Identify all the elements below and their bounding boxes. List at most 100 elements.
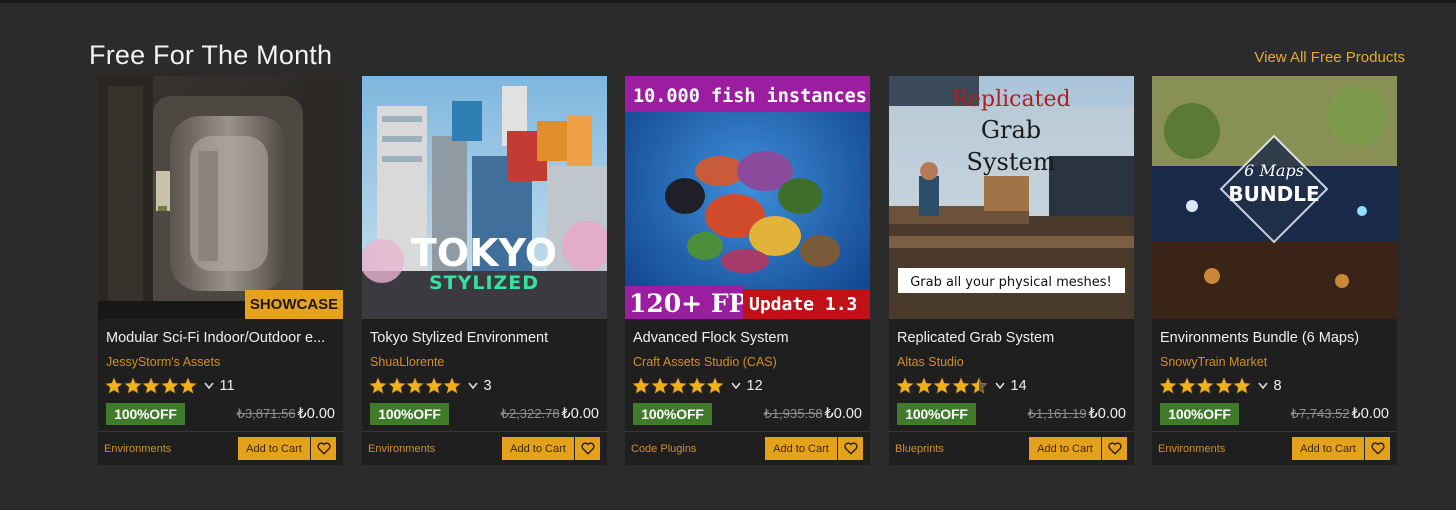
star-icon (632, 377, 650, 394)
category-link[interactable]: Environments (368, 443, 435, 455)
product-thumbnail[interactable]: 10.000 fish instances 120+ FPS Update 1.… (625, 76, 870, 319)
star-icon (669, 377, 687, 394)
rating-count: 11 (219, 378, 235, 394)
heart-icon (1107, 442, 1122, 455)
category-link[interactable]: Code Plugins (631, 443, 696, 455)
sale-price: ₺0.00 (561, 406, 599, 422)
discount-badge: 100%OFF (633, 403, 712, 425)
top-border (0, 0, 1456, 3)
rating[interactable]: 14 (896, 376, 1027, 396)
star-icon (914, 377, 933, 394)
add-to-cart-button[interactable]: Add to Cart (1292, 437, 1364, 460)
stars (1159, 377, 1252, 395)
discount-badge: 100%OFF (106, 403, 185, 425)
divider (362, 431, 607, 432)
star-icon (933, 377, 951, 394)
seller-link[interactable]: ShuaLlorente (370, 355, 600, 369)
star-icon (706, 377, 724, 394)
star-icon (105, 377, 123, 394)
product-card[interactable]: SHOWCASE Modular Sci-Fi Indoor/Outdoor e… (98, 76, 343, 465)
thumb-update-text: Update 1.3 (749, 294, 857, 315)
star-icon (1233, 377, 1251, 394)
rating[interactable]: 11 (105, 376, 235, 396)
section-title: Free For The Month (89, 40, 333, 70)
divider (1152, 431, 1397, 432)
sale-price: ₺0.00 (297, 406, 335, 422)
thumb-title: TOKYO (411, 231, 557, 275)
chevron-down-icon (1257, 382, 1268, 390)
rating[interactable]: 12 (632, 376, 763, 396)
star-icon (179, 377, 197, 394)
add-to-cart-button[interactable]: Add to Cart (1029, 437, 1101, 460)
product-thumbnail[interactable]: SHOWCASE (98, 76, 343, 319)
chevron-down-icon (203, 382, 214, 390)
add-to-cart-button[interactable]: Add to Cart (765, 437, 837, 460)
category-link[interactable]: Environments (104, 443, 171, 455)
rating[interactable]: 8 (1159, 376, 1282, 396)
heart-icon (843, 442, 858, 455)
star-icon (160, 377, 179, 394)
product-card[interactable]: TOKYO STYLIZED Tokyo Stylized Environmen… (362, 76, 607, 465)
product-title[interactable]: Advanced Flock System (633, 330, 863, 346)
rating-count: 8 (1273, 378, 1282, 394)
product-carousel: SHOWCASE Modular Sci-Fi Indoor/Outdoor e… (98, 76, 1398, 466)
divider (98, 431, 343, 432)
star-icon (123, 377, 142, 394)
star-icon (650, 377, 669, 394)
thumb-bundle-text: BUNDLE (1228, 182, 1319, 206)
star-icon (970, 377, 988, 394)
sale-price: ₺0.00 (824, 406, 862, 422)
chevron-down-icon (994, 382, 1005, 390)
rating-count: 3 (483, 378, 492, 394)
category-link[interactable]: Environments (1158, 443, 1225, 455)
star-icon (142, 377, 160, 394)
view-all-free-products-link[interactable]: View All Free Products (1254, 49, 1405, 66)
heart-icon (316, 442, 331, 455)
rating-count: 12 (746, 378, 763, 394)
seller-link[interactable]: Craft Assets Studio (CAS) (633, 355, 863, 369)
product-title[interactable]: Environments Bundle (6 Maps) (1160, 330, 1390, 346)
product-thumbnail[interactable]: 6 Maps BUNDLE (1152, 76, 1397, 319)
heart-icon (1370, 442, 1385, 455)
original-price: ₺3,871.56 (236, 406, 296, 421)
discount-badge: 100%OFF (1160, 403, 1239, 425)
product-title[interactable]: Replicated Grab System (897, 330, 1127, 346)
add-to-cart-button[interactable]: Add to Cart (502, 437, 574, 460)
star-icon (1214, 377, 1233, 394)
stars (896, 377, 989, 395)
product-title[interactable]: Modular Sci-Fi Indoor/Outdoor e... (106, 330, 336, 346)
product-card[interactable]: 10.000 fish instances 120+ FPS Update 1.… (625, 76, 870, 465)
wishlist-button[interactable] (575, 437, 600, 460)
wishlist-button[interactable] (1102, 437, 1127, 460)
star-icon (896, 377, 914, 394)
product-card[interactable]: Replicated Grab System Grab all your phy… (889, 76, 1134, 465)
showcase-badge: SHOWCASE (245, 290, 343, 319)
rating[interactable]: 3 (369, 376, 492, 396)
wishlist-button[interactable] (838, 437, 863, 460)
seller-link[interactable]: SnowyTrain Market (1160, 355, 1390, 369)
thumb-top-text: 10.000 fish instances (633, 86, 867, 107)
product-title[interactable]: Tokyo Stylized Environment (370, 330, 600, 346)
star-icon (387, 377, 406, 394)
thumb-title-line3: System (967, 148, 1056, 176)
product-thumbnail[interactable]: TOKYO STYLIZED (362, 76, 607, 319)
price: ₺3,871.56 ₺0.00 (237, 406, 335, 422)
seller-link[interactable]: Altas Studio (897, 355, 1127, 369)
stars (632, 377, 725, 395)
add-to-cart-button[interactable]: Add to Cart (238, 437, 310, 460)
price: ₺1,161.19 ₺0.00 (1028, 406, 1126, 422)
price: ₺1,935.58 ₺0.00 (764, 406, 862, 422)
sale-price: ₺0.00 (1088, 406, 1126, 422)
product-thumbnail[interactable]: Replicated Grab System Grab all your phy… (889, 76, 1134, 319)
discount-badge: 100%OFF (370, 403, 449, 425)
seller-link[interactable]: JessyStorm's Assets (106, 355, 336, 369)
scifi-door-image (98, 76, 343, 319)
divider (889, 431, 1134, 432)
category-link[interactable]: Blueprints (895, 443, 944, 455)
star-icon (406, 377, 424, 394)
product-card[interactable]: 6 Maps BUNDLE Environments Bundle (6 Map… (1152, 76, 1397, 465)
original-price: ₺2,322.78 (500, 406, 560, 421)
wishlist-button[interactable] (311, 437, 336, 460)
wishlist-button[interactable] (1365, 437, 1390, 460)
sale-price: ₺0.00 (1351, 406, 1389, 422)
